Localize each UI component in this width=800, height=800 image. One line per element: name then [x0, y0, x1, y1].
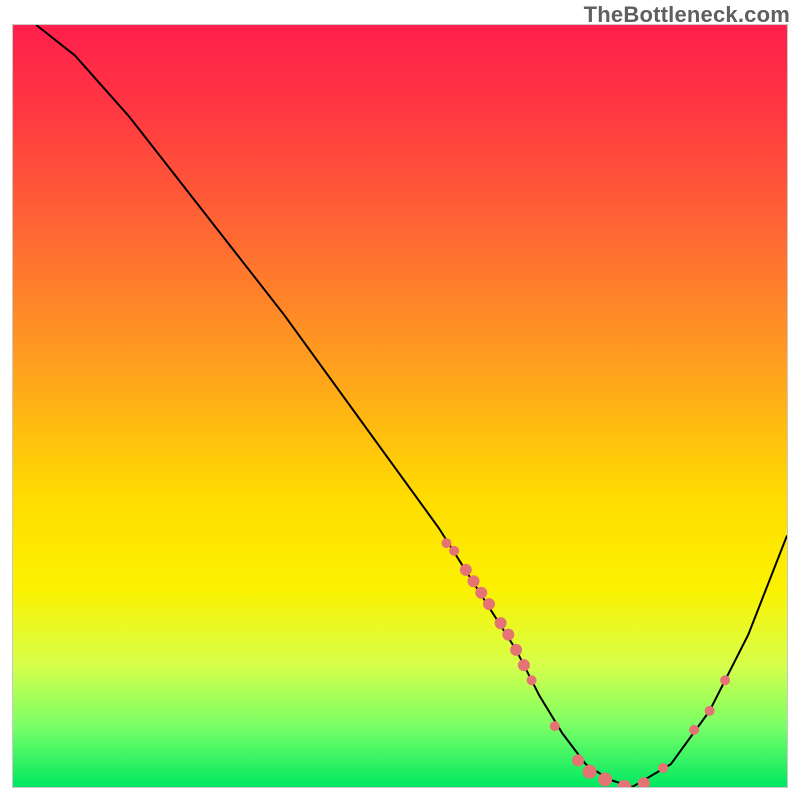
data-marker: [705, 706, 715, 716]
chart-svg: [13, 25, 787, 787]
data-marker: [598, 772, 612, 786]
bottleneck-curve: [36, 25, 787, 787]
data-marker: [475, 587, 487, 599]
data-marker: [550, 721, 560, 731]
data-marker: [495, 617, 507, 629]
data-marker: [658, 763, 668, 773]
data-marker: [720, 675, 730, 685]
marker-group: [441, 538, 730, 787]
data-marker: [460, 564, 472, 576]
data-marker: [518, 659, 530, 671]
plot-area: [12, 24, 788, 788]
chart-stage: TheBottleneck.com: [0, 0, 800, 800]
data-marker: [527, 675, 537, 685]
data-marker: [449, 546, 459, 556]
data-marker: [572, 754, 584, 766]
data-marker: [441, 538, 451, 548]
data-marker: [510, 644, 522, 656]
data-marker: [689, 725, 699, 735]
data-marker: [483, 598, 495, 610]
data-marker: [583, 765, 597, 779]
data-marker: [502, 629, 514, 641]
data-marker: [468, 575, 480, 587]
data-marker: [617, 780, 631, 787]
